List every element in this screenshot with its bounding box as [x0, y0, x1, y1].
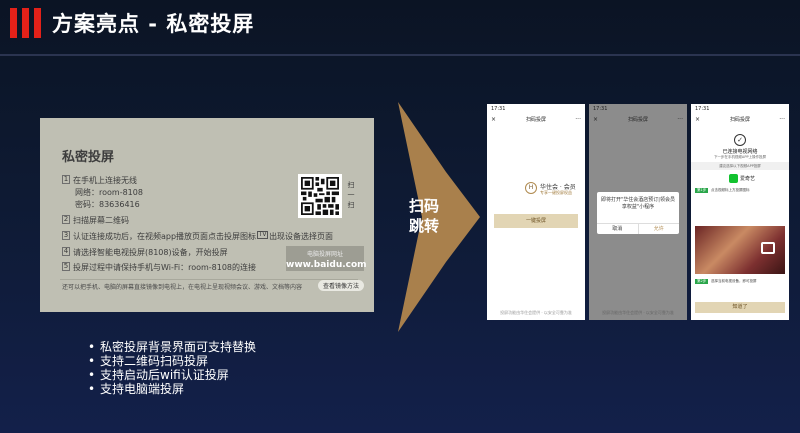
screen-title: 扫码投屏: [525, 117, 546, 123]
private-cast-card: 私密投屏 1 在手机上连接无线 网络：room-8108 密码：83636416…: [40, 118, 374, 312]
connected-subtitle: 下一步在手机视频APP上操作投屏: [713, 155, 767, 159]
step-2: 2 扫描屏幕二维码: [62, 215, 129, 226]
step-number: 1: [62, 175, 70, 184]
step-number: 4: [62, 247, 70, 256]
wifi-network: 网络：room-8108: [75, 188, 143, 197]
navbar: × 扫码投屏 ···: [589, 114, 687, 126]
list-item: 支持二维码扫码投屏: [88, 354, 256, 368]
pc-cast-url: www.baidu.com: [286, 260, 367, 270]
brand-subtitle: 专享一键投屏权益: [540, 190, 572, 195]
more-icon[interactable]: ···: [779, 114, 785, 126]
step-tag-1: 第1步: [695, 188, 709, 193]
more-icon[interactable]: ···: [677, 114, 683, 126]
hotel-logo-icon: H: [525, 182, 537, 194]
check-icon: ✓: [734, 134, 746, 146]
one-click-cast-button[interactable]: 一键投屏: [494, 214, 578, 228]
step-text: 认证连接成功后，在视频app播放页面点击投屏图标: [73, 232, 257, 241]
step-text: 在手机上连接无线: [73, 176, 137, 185]
allow-button[interactable]: 允许: [639, 224, 680, 234]
pc-cast-label: 电脑投屏网址: [306, 251, 343, 258]
close-icon[interactable]: ×: [593, 114, 598, 126]
status-time: 17:31: [491, 106, 506, 112]
close-icon[interactable]: ×: [491, 114, 496, 126]
step-text: 投屏过程中请保持手机与Wi-Fi：room-8108的连接: [73, 263, 257, 272]
view-mirror-method-button[interactable]: 查看镜像方法: [318, 280, 365, 291]
phone-screen-3: 17:31 × 扫码投屏 ··· ✓ 已连接电视网络 下一步在手机视频APP上操…: [691, 104, 789, 320]
step-3: 3 认证连接成功后，在视频app播放页面点击投屏图标 TV 出现设备选择页面: [62, 231, 333, 242]
phone-footer: 投屏功能由华住会提供 · 以安全可靠为准: [602, 310, 674, 315]
status-time: 17:31: [695, 106, 710, 112]
page-title: 方案亮点 - 私密投屏: [52, 12, 255, 36]
step-4: 4 请选择智能电视投屏(8108)设备，开始投屏: [62, 247, 228, 258]
list-item: 支持启动后wifi认证投屏: [88, 368, 256, 382]
brand-logo-bars: [10, 8, 41, 38]
connected-title: 已连接电视网络: [722, 149, 758, 155]
step-1: 1 在手机上连接无线: [62, 175, 137, 186]
cancel-button[interactable]: 取消: [597, 224, 639, 234]
got-it-button[interactable]: 知道了: [695, 302, 785, 313]
open-miniprogram-dialog: 即将打开"华住会酒店预订|领会员享权益"小程序 取消 允许: [597, 192, 679, 234]
video-preview: [695, 226, 785, 274]
qr-code-icon: [301, 177, 339, 215]
wifi-password: 密码：83636416: [75, 200, 140, 209]
list-item: 支持电脑端投屏: [88, 382, 256, 396]
step-text-1: 点击视频标上方投屏图标: [711, 188, 750, 192]
card-title: 私密投屏: [62, 150, 115, 165]
tv-cast-icon: [761, 242, 775, 254]
status-time: 17:31: [593, 106, 608, 112]
app-section-label: 建议选择以下视频APP投屏: [691, 162, 789, 170]
list-item: 私密投屏背景界面可支持替换: [88, 340, 256, 354]
feature-bullet-list: 私密投屏背景界面可支持替换 支持二维码扫码投屏 支持启动后wifi认证投屏 支持…: [88, 340, 256, 396]
close-icon[interactable]: ×: [695, 114, 700, 126]
navbar: × 扫码投屏 ···: [487, 114, 585, 126]
phone-screen-2: 17:31 × 扫码投屏 ··· 即将打开"华住会酒店预订|领会员享权益"小程序…: [589, 104, 687, 320]
scan-redirect-label: 扫码跳转: [408, 197, 439, 235]
screen-title: 扫码投屏: [627, 117, 648, 123]
step-text: 扫描屏幕二维码: [73, 216, 129, 225]
step-number: 2: [62, 215, 70, 224]
pc-cast-url-box: 电脑投屏网址 www.baidu.com: [286, 246, 367, 271]
scan-label: 扫一扫: [347, 181, 355, 209]
phone-footer: 投屏功能由华住会提供 · 以安全可靠为准: [500, 310, 572, 315]
iqiyi-app-icon[interactable]: [729, 174, 738, 183]
phone-screen-1: 17:31 × 扫码投屏 ··· H 华住会 · 会员 专享一键投屏权益 一键投…: [487, 104, 585, 320]
step-text: 出现设备选择页面: [269, 232, 334, 241]
dialog-message: 即将打开"华住会酒店预订|领会员享权益"小程序: [601, 197, 675, 210]
screen-title: 扫码投屏: [729, 117, 750, 123]
header-divider: [0, 54, 800, 56]
mirror-footnote: 还可以把手机、电脑的屏幕直接镜像到电视上，在电视上呈现视频会议、游戏、文档等内容: [62, 284, 303, 291]
dialog-buttons: 取消 允许: [597, 223, 679, 234]
step-number: 5: [62, 262, 70, 271]
app-name[interactable]: 爱奇艺: [740, 175, 755, 182]
step-text: 请选择智能电视投屏(8108)设备，开始投屏: [73, 248, 228, 257]
card-divider: [60, 279, 358, 280]
step-tag-2: 第2步: [695, 279, 709, 284]
more-icon[interactable]: ···: [575, 114, 581, 126]
step-5: 5 投屏过程中请保持手机与Wi-Fi：room-8108的连接: [62, 262, 256, 273]
qr-code[interactable]: [298, 174, 342, 218]
step-number: 3: [62, 231, 70, 240]
navbar: × 扫码投屏 ···: [691, 114, 789, 126]
cast-icon: TV: [257, 231, 269, 239]
step-text-2: 选择当前电视设备，即可投屏: [711, 279, 757, 283]
